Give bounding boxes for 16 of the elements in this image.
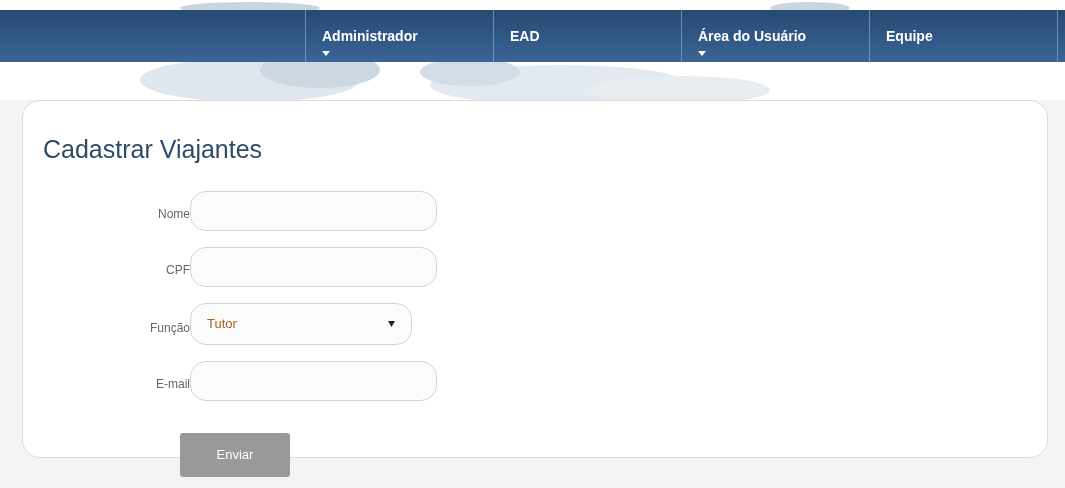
nav-item[interactable]: Área do Usuário <box>681 10 869 62</box>
page-title: Cadastrar Viajantes <box>43 134 264 165</box>
dropdown-arrow-icon <box>388 320 395 327</box>
field-label: Nome <box>157 205 190 223</box>
field-label: Função <box>148 319 190 337</box>
nav-item[interactable]: Equipe <box>869 10 1057 62</box>
caret-icon <box>322 51 330 56</box>
input-field[interactable] <box>190 360 437 401</box>
select-field[interactable]: Tutor <box>190 302 412 345</box>
field-label: CPF <box>165 261 190 279</box>
nav-item[interactable]: EAD <box>493 10 681 62</box>
field-label: E-mail <box>155 375 190 393</box>
nav-item[interactable]: Administrador <box>305 10 493 62</box>
caret-icon <box>698 51 706 56</box>
input-field[interactable] <box>190 190 437 231</box>
input-field[interactable] <box>190 246 437 287</box>
